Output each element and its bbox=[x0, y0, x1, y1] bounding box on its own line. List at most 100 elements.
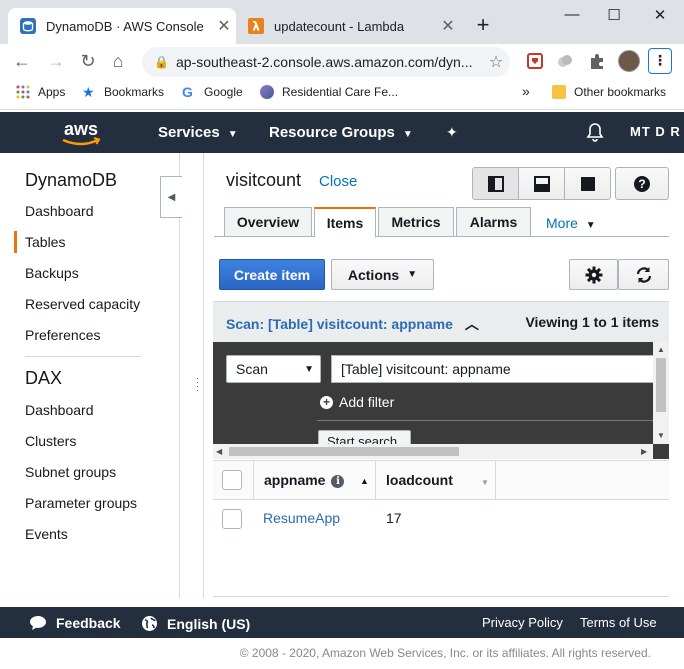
create-item-button[interactable]: Create item bbox=[219, 259, 325, 290]
scroll-up-icon[interactable]: ▲ bbox=[657, 345, 665, 354]
minimize-icon[interactable]: — bbox=[562, 6, 582, 23]
extension-cloud-icon[interactable] bbox=[556, 52, 574, 70]
svg-text:aws: aws bbox=[64, 119, 98, 139]
reload-icon[interactable]: ↻ bbox=[78, 51, 98, 71]
bookmark-google[interactable]: G Google bbox=[182, 85, 243, 99]
sidebar-item-clusters[interactable]: Clusters bbox=[25, 433, 76, 449]
close-tab-icon[interactable]: ✕ bbox=[212, 16, 236, 36]
scrollbar-thumb[interactable] bbox=[656, 358, 666, 412]
site-favicon-icon bbox=[260, 85, 274, 99]
bookmark-label: Residential Care Fe... bbox=[282, 85, 399, 99]
sort-ascending-icon[interactable]: ▲ bbox=[360, 476, 369, 486]
scroll-down-icon[interactable]: ▼ bbox=[657, 431, 665, 440]
sidebar-item-tables[interactable]: Tables bbox=[25, 234, 65, 250]
aws-logo[interactable]: aws bbox=[58, 118, 104, 148]
actions-dropdown[interactable]: Actions ▼ bbox=[331, 259, 434, 290]
tab-metrics[interactable]: Metrics bbox=[378, 207, 454, 237]
bookmark-label: Apps bbox=[38, 85, 66, 99]
browser-tab-dynamodb[interactable]: DynamoDB · AWS Console ✕ bbox=[8, 8, 236, 44]
close-link[interactable]: Close bbox=[319, 173, 357, 190]
horizontal-scrollbar[interactable]: ◀ ▶ bbox=[213, 444, 653, 459]
extensions-puzzle-icon[interactable] bbox=[588, 52, 606, 70]
cell-loadcount: 17 bbox=[386, 510, 402, 526]
lock-icon: 🔒 bbox=[154, 55, 169, 69]
resize-grip-icon[interactable]: · · · · bbox=[196, 374, 199, 395]
feedback-link[interactable]: Feedback bbox=[29, 615, 121, 631]
account-menu[interactable]: MT D R C bbox=[630, 124, 684, 139]
bookmark-bookmarks[interactable]: ★ Bookmarks bbox=[82, 85, 164, 99]
bookmark-residential-care[interactable]: Residential Care Fe... bbox=[260, 85, 398, 99]
sort-icon[interactable]: ▼ bbox=[481, 478, 489, 487]
refresh-button[interactable] bbox=[618, 259, 669, 290]
sidebar-item-subnet-groups[interactable]: Subnet groups bbox=[25, 464, 116, 480]
sidebar-item-backups[interactable]: Backups bbox=[25, 265, 79, 281]
scrollbar-thumb[interactable] bbox=[229, 447, 459, 456]
sidebar-item-events[interactable]: Events bbox=[25, 526, 68, 542]
cell-appname[interactable]: ResumeApp bbox=[263, 510, 340, 526]
select-all-checkbox[interactable] bbox=[222, 470, 242, 490]
tab-alarms[interactable]: Alarms bbox=[456, 207, 531, 237]
sidebar-item-parameter-groups[interactable]: Parameter groups bbox=[25, 495, 137, 511]
sidebar-item-preferences[interactable]: Preferences bbox=[25, 327, 100, 343]
bell-icon[interactable] bbox=[586, 122, 604, 146]
services-menu[interactable]: Services ▼ bbox=[158, 124, 238, 141]
extension-shield-icon[interactable] bbox=[526, 52, 544, 70]
tab-overview[interactable]: Overview bbox=[224, 207, 312, 237]
profile-avatar[interactable] bbox=[618, 50, 640, 72]
tab-items[interactable]: Items bbox=[314, 207, 376, 238]
dynamodb-favicon-icon bbox=[20, 18, 36, 34]
bookmark-label: Other bookmarks bbox=[574, 85, 667, 99]
back-icon[interactable]: ← bbox=[12, 51, 32, 71]
column-header-appname[interactable]: appname i bbox=[264, 472, 345, 488]
help-button[interactable]: ? bbox=[615, 167, 669, 200]
add-filter-button[interactable]: + Add filter bbox=[320, 394, 394, 410]
sidebar-item-dax-dashboard[interactable]: Dashboard bbox=[25, 402, 94, 418]
scroll-right-icon[interactable]: ▶ bbox=[641, 447, 647, 456]
more-tabs-menu[interactable]: More ▼ bbox=[546, 215, 596, 231]
bookmark-apps[interactable]: Apps bbox=[16, 85, 65, 99]
chevron-left-icon: ◀ bbox=[167, 191, 176, 203]
collapse-sidebar-button[interactable]: ◀ bbox=[160, 176, 182, 218]
scan-panel: Scan ▼ [Table] visitcount: appname + Add… bbox=[213, 342, 669, 459]
browser-tab-title: updatecount - Lambda bbox=[274, 18, 405, 34]
layout-split-horizontal-button[interactable] bbox=[519, 168, 565, 199]
bookmark-other[interactable]: Other bookmarks bbox=[552, 85, 666, 99]
privacy-policy-link[interactable]: Privacy Policy bbox=[482, 615, 563, 630]
vertical-scrollbar[interactable]: ▲ ▼ bbox=[653, 342, 669, 444]
apps-grid-icon bbox=[16, 85, 30, 99]
dax-title: DAX bbox=[25, 368, 63, 388]
google-icon: G bbox=[182, 84, 193, 100]
language-selector[interactable]: English (US) bbox=[141, 615, 250, 632]
column-header-loadcount[interactable]: loadcount bbox=[386, 472, 453, 488]
refresh-icon bbox=[636, 266, 651, 283]
full-panel-icon bbox=[580, 176, 595, 191]
window-close-icon[interactable]: ✕ bbox=[650, 6, 670, 24]
settings-button[interactable] bbox=[569, 259, 618, 290]
address-bar[interactable]: 🔒 ap-southeast-2.console.aws.amazon.com/… bbox=[142, 47, 510, 77]
layout-full-button[interactable] bbox=[565, 168, 610, 199]
new-tab-button[interactable]: + bbox=[472, 14, 494, 36]
scan-mode-select[interactable]: Scan ▼ bbox=[226, 355, 321, 383]
layout-split-vertical-button[interactable] bbox=[473, 168, 519, 199]
info-icon[interactable]: i bbox=[331, 474, 345, 488]
browser-menu-icon[interactable]: ⋮ bbox=[648, 48, 672, 74]
column-label: appname bbox=[264, 472, 326, 488]
maximize-icon[interactable]: ☐ bbox=[604, 6, 624, 24]
bookmark-star-icon[interactable]: ☆ bbox=[482, 52, 510, 72]
row-checkbox[interactable] bbox=[222, 509, 242, 529]
home-icon[interactable]: ⌂ bbox=[108, 51, 128, 71]
url-text: ap-southeast-2.console.aws.amazon.com/dy… bbox=[176, 54, 473, 70]
svg-text:λ: λ bbox=[252, 20, 260, 34]
sidebar-item-reserved-capacity[interactable]: Reserved capacity bbox=[25, 296, 140, 312]
pin-icon[interactable]: ✦ bbox=[446, 124, 458, 141]
sidebar-item-dashboard[interactable]: Dashboard bbox=[25, 203, 94, 219]
bookmarks-overflow-icon[interactable]: » bbox=[522, 83, 530, 99]
scan-target-select[interactable]: [Table] visitcount: appname bbox=[331, 355, 661, 383]
terms-of-use-link[interactable]: Terms of Use bbox=[580, 615, 657, 630]
resource-groups-menu[interactable]: Resource Groups ▼ bbox=[269, 124, 413, 141]
close-tab-icon[interactable]: ✕ bbox=[436, 16, 460, 36]
scroll-left-icon[interactable]: ◀ bbox=[216, 447, 222, 456]
forward-icon[interactable]: → bbox=[46, 51, 66, 71]
browser-tab-lambda[interactable]: λ updatecount - Lambda ✕ bbox=[236, 8, 460, 44]
scan-header[interactable]: Scan: [Table] visitcount: appname ︿ Viewi… bbox=[213, 301, 669, 342]
